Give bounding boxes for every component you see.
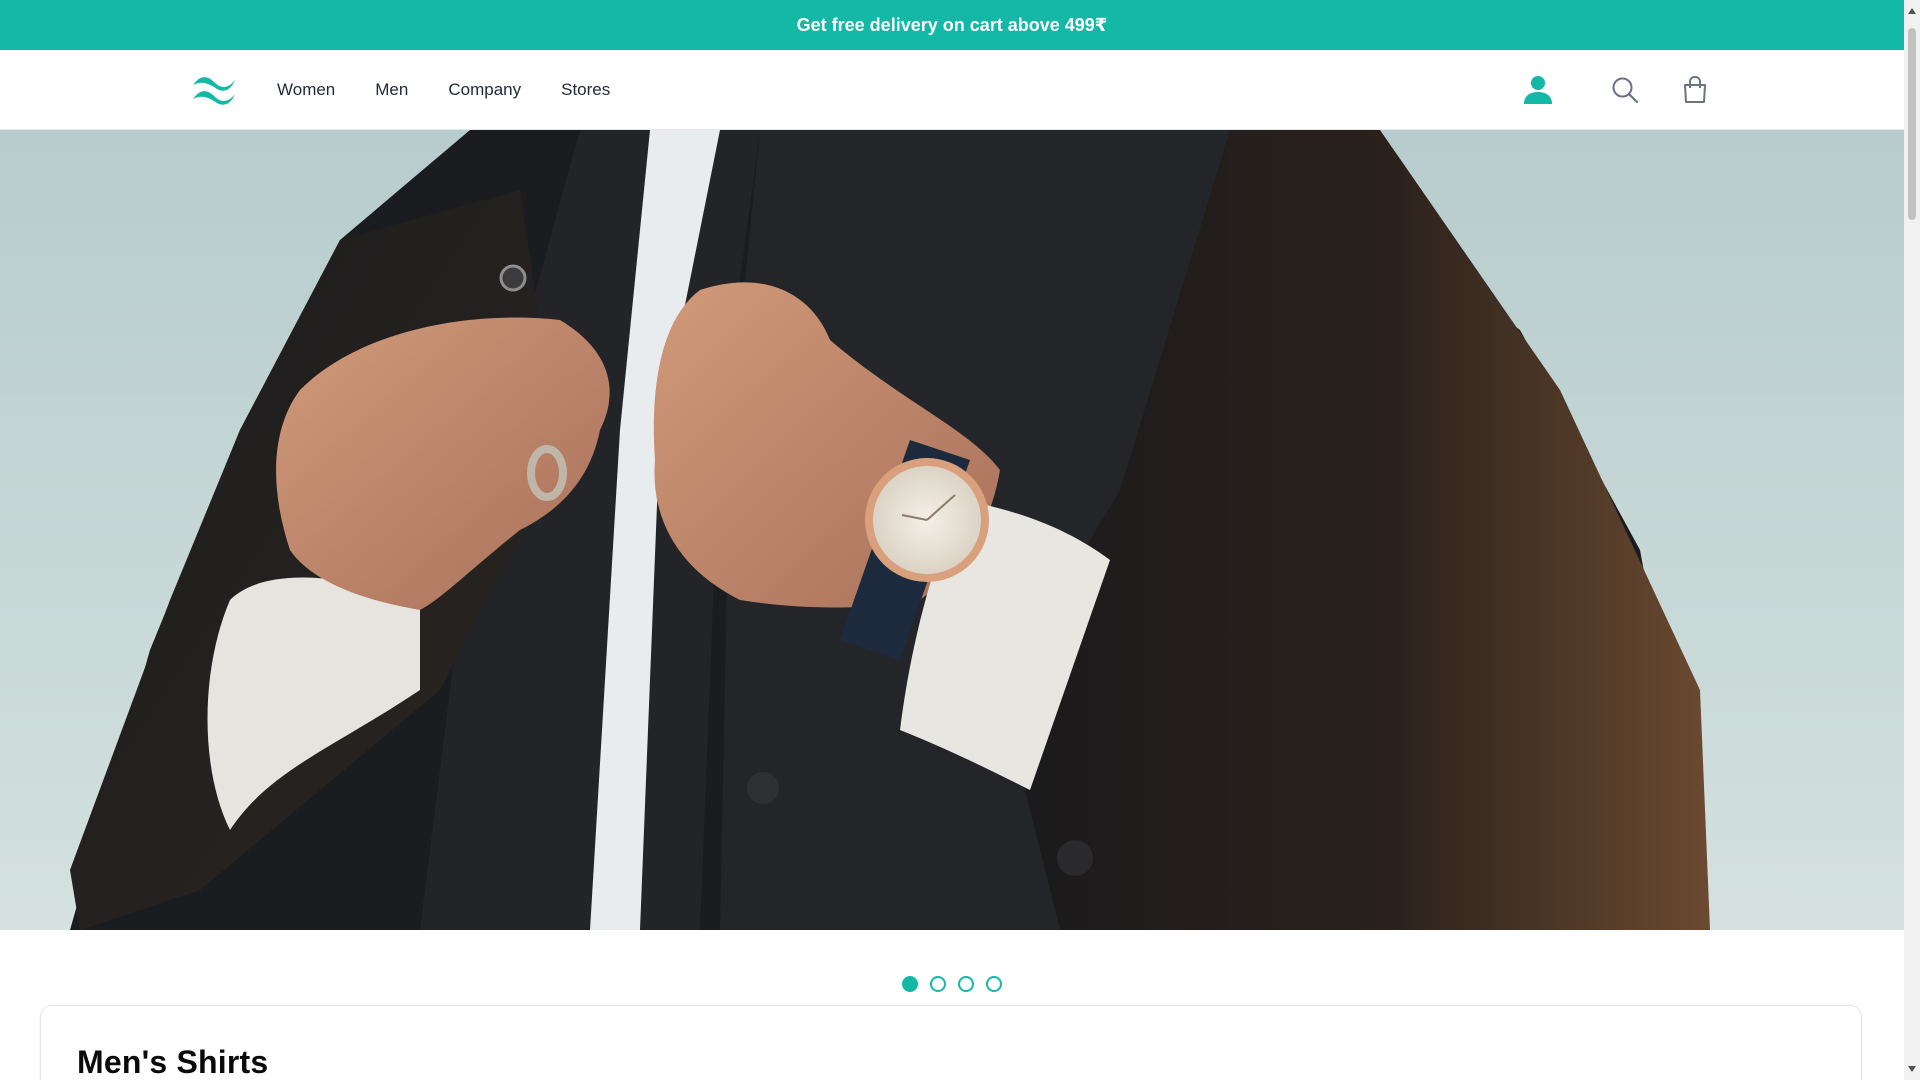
user-icon [1524,76,1552,104]
scroll-thumb[interactable] [1908,28,1916,220]
carousel-dot[interactable] [902,976,918,992]
scroll-down-arrow-icon[interactable] [1908,1066,1916,1072]
section-title: Men's Shirts [77,1044,269,1080]
tailwind-wave-logo-icon [193,77,235,105]
carousel-dot[interactable] [930,976,946,992]
shopping-bag-icon [1684,75,1706,103]
carousel-dot[interactable] [958,976,974,992]
cart-button[interactable] [1677,72,1713,108]
carousel-dots [0,976,1904,992]
announcement-text: Get free delivery on cart above 499₹ [796,14,1108,35]
page: Get free delivery on cart above 499₹ Wom… [0,0,1904,1080]
hero-banner[interactable] [0,130,1904,930]
product-section: Men's Shirts [40,1005,1862,1080]
search-button[interactable] [1607,72,1643,108]
carousel-dot[interactable] [986,976,1002,992]
nav-link-men[interactable]: Men [375,80,408,100]
logo-link[interactable] [190,72,238,106]
nav-link-company[interactable]: Company [448,80,521,100]
main-nav: Women Men Company Stores [277,50,610,130]
nav-link-stores[interactable]: Stores [561,80,610,100]
nav-link-women[interactable]: Women [277,80,335,100]
page-scrollbar[interactable] [1904,0,1920,1080]
site-header: Women Men Company Stores [0,50,1904,130]
search-icon [1612,77,1639,104]
hero-image [0,130,1904,930]
account-button[interactable] [1520,72,1556,108]
announcement-bar: Get free delivery on cart above 499₹ [0,0,1904,50]
scroll-up-arrow-icon[interactable] [1908,8,1916,14]
